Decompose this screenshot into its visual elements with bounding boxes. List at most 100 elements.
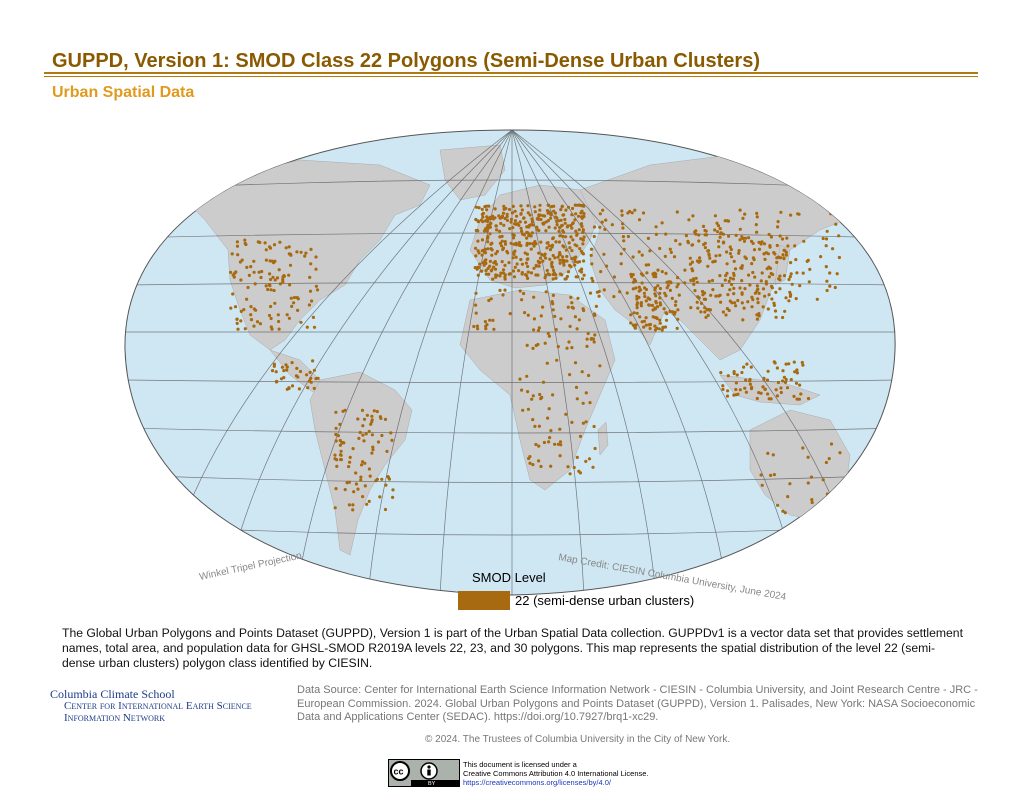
- urban-cluster-dot: [694, 232, 698, 236]
- cc-by-license-badge[interactable]: cc BY: [388, 759, 460, 787]
- urban-cluster-dot: [643, 294, 647, 299]
- urban-cluster-dot: [519, 226, 523, 230]
- urban-cluster-dot: [309, 247, 313, 251]
- urban-cluster-dot: [474, 311, 478, 315]
- urban-cluster-dot: [748, 283, 752, 287]
- urban-cluster-dot: [743, 212, 747, 216]
- urban-cluster-dot: [785, 386, 790, 390]
- urban-cluster-dot: [635, 303, 639, 307]
- urban-cluster-dot: [530, 217, 534, 221]
- urban-cluster-dot: [483, 205, 487, 209]
- urban-cluster-dot: [775, 260, 779, 264]
- urban-cluster-dot: [537, 264, 541, 268]
- urban-cluster-dot: [546, 416, 550, 420]
- urban-cluster-dot: [670, 310, 675, 314]
- urban-cluster-dot: [296, 308, 300, 312]
- urban-cluster-dot: [480, 253, 484, 257]
- urban-cluster-dot: [540, 395, 544, 399]
- urban-cluster-dot: [482, 229, 486, 233]
- urban-cluster-dot: [538, 208, 542, 212]
- urban-cluster-dot: [694, 229, 698, 233]
- urban-cluster-dot: [639, 302, 643, 306]
- urban-cluster-dot: [551, 277, 555, 281]
- urban-cluster-dot: [734, 304, 738, 308]
- data-source: Data Source: Center for International Ea…: [297, 684, 978, 723]
- urban-cluster-dot: [581, 401, 585, 405]
- urban-cluster-dot: [775, 366, 780, 370]
- urban-cluster-dot: [284, 246, 288, 250]
- urban-cluster-dot: [359, 478, 363, 482]
- urban-cluster-dot: [676, 276, 680, 280]
- urban-cluster-dot: [735, 373, 739, 377]
- urban-cluster-dot: [687, 218, 691, 222]
- urban-cluster-dot: [721, 384, 725, 388]
- urban-cluster-dot: [360, 463, 364, 467]
- urban-cluster-dot: [303, 254, 307, 258]
- urban-cluster-dot: [519, 257, 523, 262]
- urban-cluster-dot: [774, 388, 778, 392]
- urban-cluster-dot: [689, 306, 693, 310]
- urban-cluster-dot: [312, 325, 317, 329]
- urban-cluster-dot: [770, 297, 774, 301]
- license-line-2: Creative Commons Attribution 4.0 Interna…: [463, 769, 649, 778]
- urban-cluster-dot: [740, 292, 744, 296]
- urban-cluster-dot: [793, 370, 797, 374]
- urban-cluster-dot: [514, 243, 519, 247]
- urban-cluster-dot: [367, 499, 371, 503]
- urban-cluster-dot: [610, 223, 614, 227]
- urban-cluster-dot: [361, 460, 365, 464]
- urban-cluster-dot: [272, 288, 276, 293]
- urban-cluster-dot: [699, 310, 703, 314]
- urban-cluster-dot: [255, 320, 260, 324]
- urban-cluster-dot: [566, 205, 571, 209]
- urban-cluster-dot: [676, 317, 680, 321]
- urban-cluster-dot: [786, 495, 790, 499]
- urban-cluster-dot: [676, 308, 680, 312]
- urban-cluster-dot: [351, 508, 355, 512]
- urban-cluster-dot: [721, 310, 726, 314]
- urban-cluster-dot: [361, 424, 365, 428]
- urban-cluster-dot: [574, 385, 579, 389]
- urban-cluster-dot: [573, 263, 577, 267]
- urban-cluster-dot: [509, 220, 513, 224]
- urban-cluster-dot: [249, 265, 253, 269]
- license-link[interactable]: https://creativecommons.org/licenses/by/…: [463, 778, 649, 787]
- urban-cluster-dot: [390, 438, 394, 442]
- urban-cluster-dot: [309, 262, 313, 266]
- urban-cluster-dot: [700, 289, 705, 294]
- urban-cluster-dot: [754, 223, 758, 227]
- urban-cluster-dot: [354, 482, 358, 486]
- urban-cluster-dot: [514, 255, 518, 259]
- urban-cluster-dot: [338, 422, 342, 426]
- urban-cluster-dot: [334, 487, 338, 491]
- urban-cluster-dot: [498, 229, 502, 233]
- urban-cluster-dot: [766, 307, 770, 311]
- urban-cluster-dot: [641, 273, 645, 277]
- urban-cluster-dot: [769, 271, 773, 276]
- urban-cluster-dot: [484, 327, 488, 331]
- urban-cluster-dot: [654, 225, 658, 229]
- urban-cluster-dot: [710, 278, 715, 283]
- urban-cluster-dot: [554, 276, 558, 280]
- urban-cluster-dot: [565, 274, 570, 279]
- urban-cluster-dot: [654, 294, 658, 298]
- urban-cluster-dot: [378, 495, 382, 499]
- urban-cluster-dot: [493, 207, 497, 211]
- urban-cluster-dot: [621, 226, 625, 230]
- urban-cluster-dot: [637, 218, 642, 222]
- urban-cluster-dot: [580, 267, 584, 271]
- urban-cluster-dot: [561, 255, 565, 259]
- urban-cluster-dot: [782, 257, 786, 261]
- urban-cluster-dot: [569, 223, 573, 228]
- urban-cluster-dot: [488, 225, 492, 229]
- urban-cluster-dot: [726, 293, 730, 297]
- urban-cluster-dot: [769, 235, 774, 239]
- urban-cluster-dot: [538, 203, 542, 207]
- urban-cluster-dot: [559, 317, 563, 321]
- urban-cluster-dot: [578, 247, 582, 251]
- urban-cluster-dot: [789, 272, 793, 276]
- urban-cluster-dot: [273, 301, 277, 305]
- urban-cluster-dot: [278, 240, 282, 244]
- urban-cluster-dot: [542, 254, 546, 258]
- urban-cluster-dot: [776, 503, 780, 507]
